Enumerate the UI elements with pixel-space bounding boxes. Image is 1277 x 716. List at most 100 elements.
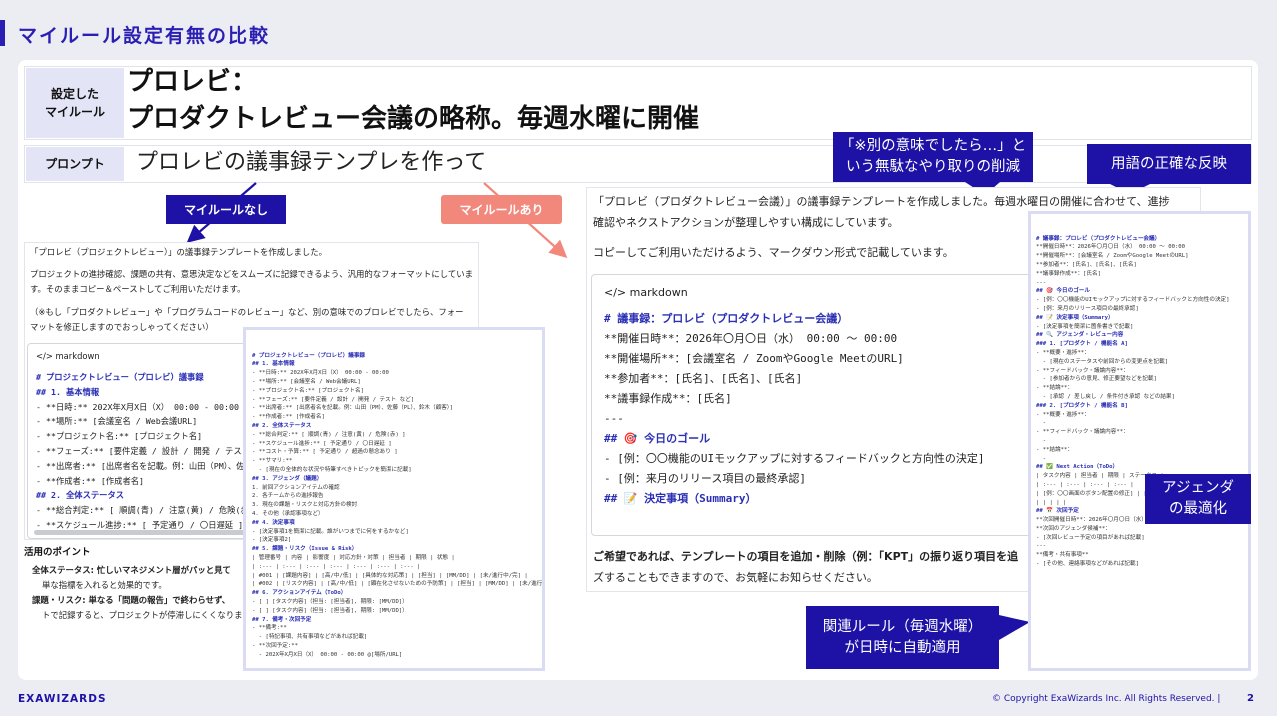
overlay-line: **備考・共有事項** bbox=[1036, 552, 1089, 559]
left-points: 活用のポイント 全体ステータス: 忙しいマネジメント層がパッと見て 単な指標を入… bbox=[24, 543, 254, 623]
overlay-line: - **次回予定:** bbox=[252, 642, 298, 649]
overlay-line: ## 📝 決定事項（Summary） bbox=[1036, 314, 1114, 321]
overlay-line: - **結論**： bbox=[1036, 446, 1073, 453]
overlay-line: - **プロジェクト名:** [プロジェクト名] bbox=[252, 387, 364, 394]
right-closing-2: ズすることもできますので、お気軽にお知らせください。 bbox=[593, 571, 878, 584]
overlay-line: - **概要・進捗**： bbox=[1036, 349, 1090, 356]
overlay-line: 4. その他（承認事項など） bbox=[252, 510, 324, 517]
left-code-lang: </> markdown bbox=[36, 351, 100, 361]
overlay-line: - bbox=[1036, 437, 1047, 444]
overlay-line: - **結論**： bbox=[1036, 385, 1073, 392]
overlay-line: | #001 | [課題内容] | [高/中/低] | [具体的な対応策] | … bbox=[252, 572, 528, 579]
footer-copyright: © Copyright ExaWizards Inc. All Rights R… bbox=[992, 694, 1221, 704]
overlay-line: - **備考:** bbox=[252, 625, 287, 632]
point-line: 全体ステータス: 忙しいマネジメント層がパッと見て bbox=[32, 565, 231, 575]
overlay-line: - **コスト・予算:** [ 予定通り / 超過の懸念あり ] bbox=[252, 449, 398, 456]
overlay-line: - [現在の全体的な状況や特筆すべきトピックを簡潔に記載] bbox=[252, 466, 412, 473]
right-code-line: # 議事録：プロレビ（プロダクトレビュー会議） bbox=[604, 312, 849, 325]
overlay-line: | 管理番号 | 内容 | 影響度 | 対応方針・対策 | 担当者 | 期限 |… bbox=[252, 554, 455, 561]
overlay-line: ## 1. 基本情報 bbox=[252, 361, 295, 368]
point-line: 課題・リスク: 単なる「問題の報告」で終わらせず、 bbox=[32, 595, 231, 605]
callout-agenda: アジェンダ の最適化 bbox=[1145, 474, 1251, 524]
left-line-3: す。そのままコピー＆ペーストしてご利用いただけます。 bbox=[30, 284, 246, 294]
left-code-line: - **フェーズ:** [要件定義 / 設計 / 開発 / テスト bbox=[36, 445, 250, 456]
overlay-line: - **フィードバック・議論内容**： bbox=[1036, 429, 1129, 436]
overlay-line: ## 🔍 アジェンダ・レビュー内容 bbox=[1036, 332, 1124, 339]
overlay-line: - [参加者からの意見、修正要望などを記載] bbox=[1036, 376, 1157, 383]
left-line-4: （※もし「プロダクトレビュー」や「プログラムコードのレビュー」など、別の意味での… bbox=[30, 307, 464, 317]
left-code-line: # プロジェクトレビュー（プロレビ）議事録 bbox=[36, 372, 204, 382]
overlay-line: 2. 各チームからの進捗報告 bbox=[252, 493, 324, 500]
footer-logo: EXAWIZARDS bbox=[18, 693, 107, 705]
overlay-line: ### 2. [プロダクト / 機能名 B] bbox=[1036, 402, 1128, 409]
overlay-line: - **場所:** [会議室名 / Web会議URL] bbox=[252, 378, 361, 385]
right-code-lang: </> markdown bbox=[604, 286, 688, 299]
right-code-text: # 議事録：プロレビ（プロダクトレビュー会議） **開催日時**：2026年〇月〇… bbox=[604, 309, 985, 509]
overlay-line: - **概要・進捗**： bbox=[1036, 411, 1090, 418]
right-code-line: **開催日時**：2026年〇月〇日（水） 00:00 ～ 00:00 bbox=[604, 332, 898, 345]
left-full-template-overlay: # プロジェクトレビュー（プロレビ）議事録 ## 1. 基本情報 - **日時:**… bbox=[243, 327, 545, 671]
tag-without-rule: マイルールなし bbox=[166, 195, 286, 224]
footer-page-number: 2 bbox=[1247, 693, 1254, 704]
overlay-line: ## 7. 備考・次回予定 bbox=[252, 616, 312, 623]
overlay-line: 1. 前回アクションアイテムの確認 bbox=[252, 484, 340, 491]
right-code-line: - [例：〇〇機能のUIモックアップに対するフィードバックと方向性の決定] bbox=[604, 452, 985, 465]
left-line-5: マットを修正しますのでおっしゃってください） bbox=[30, 322, 214, 332]
left-code-line: - **出席者:** [出席者名を記載。例：山田（PM）、佐 bbox=[36, 460, 245, 471]
overlay-line: - [次回レビュー予定の項目があれば記載] bbox=[1036, 534, 1145, 541]
overlay-line: - bbox=[1036, 455, 1047, 462]
right-code-line: ## 📝 決定事項（Summary） bbox=[604, 492, 757, 505]
right-intro-1: 「プロレビ（プロダクトレビュー会議）」の議事録テンプレートを作成しました。毎週水… bbox=[593, 195, 1170, 208]
left-line-2: プロジェクトの進捗確認、課題の共有、意思決定などをスムーズに記録できるよう、汎用… bbox=[30, 269, 474, 279]
overlay-line: - **スケジュール進捗:** [ 予定通り / 〇日遅延 ] bbox=[252, 440, 392, 447]
overlay-line: - [決定事項2] bbox=[252, 537, 292, 544]
left-line-1: 「プロレビ（プロジェクトレビュー）」の議事録テンプレートを作成しました。 bbox=[30, 247, 328, 257]
right-code-line: --- bbox=[604, 412, 624, 425]
overlay-line: | :--- | :--- | :--- | :--- | :--- | :--… bbox=[252, 563, 421, 570]
overlay-line: ## ✅ Next Action（ToDo） bbox=[1036, 464, 1119, 471]
overlay-line: - bbox=[1036, 420, 1047, 427]
overlay-line: - **日時:** 202X年X月X日（X） 00:00 - 00:00 bbox=[252, 370, 389, 377]
overlay-line: ## 4. 決定事項 bbox=[252, 519, 295, 526]
right-code-line: **開催場所**：[会議室名 / ZoomやGoogle MeetのURL] bbox=[604, 352, 904, 365]
overlay-line: - 202X年X月X日（X） 00:00 - 00:00 @[場所/URL] bbox=[252, 651, 403, 658]
left-code-line: - **プロジェクト名:** [プロジェクト名] bbox=[36, 431, 203, 442]
overlay-line: - **作成者:** [作成者名] bbox=[252, 414, 325, 421]
overlay-line: - **出席者:** [出席者名を記載。例：山田（PM）、佐藤（PL）、鈴木（顧… bbox=[252, 405, 453, 412]
overlay-line: --- bbox=[1036, 543, 1047, 550]
right-intro-2: 確認やネクストアクションが整理しやすい構成にしています。 bbox=[593, 216, 899, 229]
points-title: 活用のポイント bbox=[24, 547, 91, 558]
left-code-line: ## 2. 全体ステータス bbox=[36, 490, 125, 501]
overlay-line: # 議事録：プロレビ（プロダクトレビュー会議） bbox=[1036, 235, 1161, 242]
right-code-line: ## 🎯 今日のゴール bbox=[604, 432, 711, 445]
left-overlay-text: # プロジェクトレビュー（プロレビ）議事録 ## 1. 基本情報 - **日時:**… bbox=[246, 330, 545, 668]
overlay-line: ## 🎯 今日のゴール bbox=[1036, 288, 1090, 295]
overlay-line: - **フィードバック・議論内容**： bbox=[1036, 367, 1129, 374]
overlay-line: | #002 | [リスク内容] | [高/中/低] | [顕在化させないための… bbox=[252, 581, 545, 588]
overlay-line: - **サマリ:** bbox=[252, 458, 293, 465]
overlay-line: **開催場所**：[会議室名 / ZoomやGoogle MeetのURL] bbox=[1036, 253, 1189, 260]
overlay-line: - **総合判定:** [ 順調(青) / 注意(黄) / 危険(赤) ] bbox=[252, 431, 406, 438]
overlay-line: **開催日時**：2026年〇月〇日（水） 00:00 ～ 00:00 bbox=[1036, 244, 1186, 251]
overlay-line: - [決定事項1を簡潔に記載。誰がいつまでに何をするかなど] bbox=[252, 528, 409, 535]
overlay-line: # プロジェクトレビュー（プロレビ）議事録 bbox=[252, 352, 366, 359]
right-closing-1: ご希望であれば、テンプレートの項目を追加・削除（例：「KPT」の振り返り項目を追 bbox=[593, 550, 1019, 563]
overlay-line: ### 1. [プロダクト / 機能名 A] bbox=[1036, 341, 1128, 348]
overlay-line: - [現在のステータスや前回からの変更点を記載] bbox=[1036, 358, 1169, 365]
left-code-text: # プロジェクトレビュー（プロレビ）議事録 ## 1. 基本情報 - **日時:**… bbox=[36, 370, 250, 533]
right-code-line: **参加者**：[氏名]、[氏名]、[氏名] bbox=[604, 372, 803, 385]
overlay-line: **議事録作成**：[氏名] bbox=[1036, 270, 1101, 277]
point-line: 単な指標を入れると効果的です。 bbox=[42, 580, 167, 590]
right-code-line: **議事録作成**：[氏名] bbox=[604, 392, 732, 405]
left-code-line: ## 1. 基本情報 bbox=[36, 386, 100, 397]
right-intro-3: コピーしてご利用いただけるよう、マークダウン形式で記載しています。 bbox=[593, 246, 954, 259]
right-overlay-text: # 議事録：プロレビ（プロダクトレビュー会議） **開催日時**：2026年〇月〇… bbox=[1031, 214, 1248, 589]
overlay-line: ## 3. アジェンダ（議題） bbox=[252, 475, 323, 482]
overlay-line: 3. 現在の課題・リスクと対応方針の検討 bbox=[252, 502, 358, 509]
callout-tail-4 bbox=[999, 615, 1030, 640]
overlay-line: - [ ] [タスク内容]（担当: [担当者], 期限: [MM/DD]） bbox=[252, 607, 408, 614]
overlay-line: - [特記事項、共有事項などがあれば記載] bbox=[252, 634, 368, 641]
left-code-line: - **作成者:** [作成者名] bbox=[36, 475, 145, 486]
overlay-line: ## 5. 課題・リスク（Issue & Risk） bbox=[252, 546, 358, 553]
overlay-line: - [ ] [タスク内容]（担当: [担当者], 期限: [MM/DD]） bbox=[252, 598, 408, 605]
